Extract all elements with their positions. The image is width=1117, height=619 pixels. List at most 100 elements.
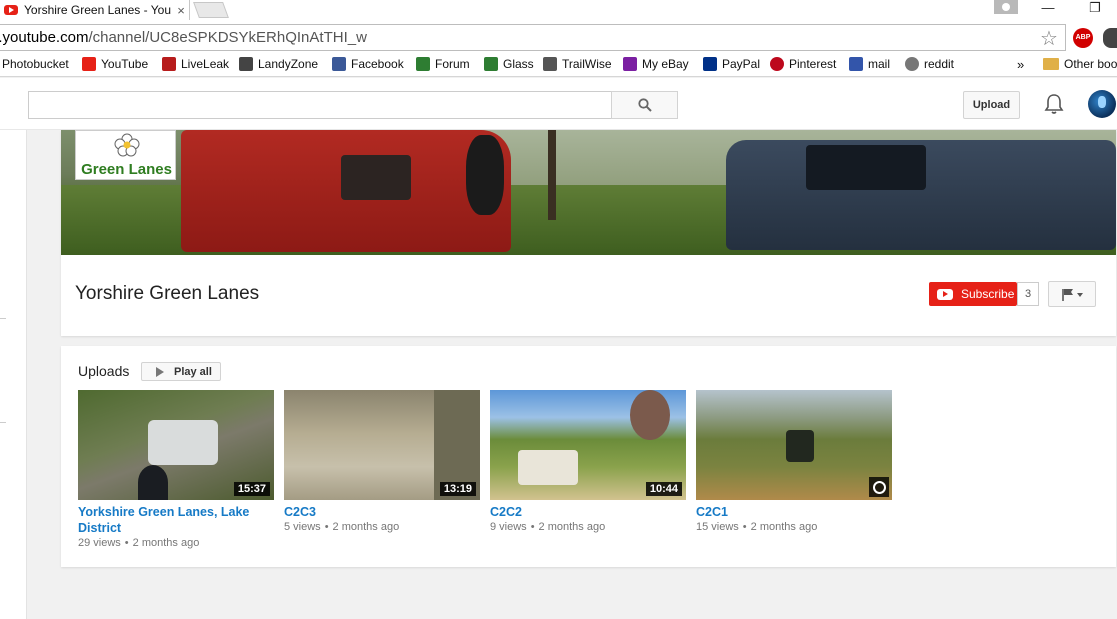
video-card: 10:44 C2C2 9 views • 2 months ago (490, 390, 686, 533)
video-meta: 29 views • 2 months ago (78, 537, 200, 549)
youtube-logo-icon (937, 288, 953, 300)
other-bookmarks[interactable]: Other boo (1043, 57, 1117, 71)
more-bookmarks-icon[interactable]: » (1017, 57, 1024, 72)
video-age: 2 months ago (132, 537, 200, 549)
video-duration: 13:19 (439, 482, 476, 496)
video-title[interactable]: C2C3 (284, 504, 480, 520)
browser-toolbar: y.youtube.com/channel/UC8eSPKDSYkERhQInA… (0, 20, 1117, 55)
subscribe-label: Subscribe (961, 287, 1015, 301)
video-views: 29 views (78, 537, 121, 549)
banner-spare-tyre (466, 135, 504, 215)
adblock-plus-icon[interactable]: ABP (1073, 28, 1093, 48)
search-icon (638, 98, 652, 112)
bookmark-forum[interactable]: Forum (416, 57, 470, 71)
search-button[interactable] (611, 91, 678, 119)
video-card: 13:19 C2C3 5 views • 2 months ago (284, 390, 480, 533)
uploads-section: Uploads Play all 15:37 Yorkshire Green L… (61, 346, 1116, 567)
bookmark-label: Forum (435, 57, 470, 71)
video-views: 15 views (696, 521, 739, 533)
tab-close-icon[interactable]: × (173, 3, 189, 18)
pinterest-icon (770, 57, 784, 71)
bookmark-label: Glass (503, 57, 534, 71)
bookmark-pinterest[interactable]: Pinterest (770, 57, 836, 71)
report-flag-button[interactable] (1048, 281, 1096, 307)
video-card: C2C1 15 views • 2 months ago (696, 390, 892, 533)
video-age: 2 months ago (750, 521, 818, 533)
address-bar[interactable]: y.youtube.com/channel/UC8eSPKDSYkERhQInA… (0, 24, 1066, 51)
bookmark-glass[interactable]: Glass (484, 57, 534, 71)
video-thumbnail[interactable]: 15:37 (78, 390, 274, 500)
bookmark-label: LiveLeak (181, 57, 230, 71)
video-title[interactable]: Yorkshire Green Lanes, Lake District (78, 504, 274, 536)
video-meta: 5 views • 2 months ago (284, 521, 400, 533)
rose-logo-icon (114, 133, 140, 157)
notifications-bell-icon[interactable] (1044, 93, 1064, 115)
url-path: /channel/UC8eSPKDSYkERhQInAtTHI_w (88, 29, 367, 46)
video-thumbnail[interactable]: 10:44 (490, 390, 686, 500)
flag-dropdown-icon (1062, 289, 1083, 301)
browser-profile-icon[interactable] (994, 0, 1018, 14)
video-duration: 10:44 (645, 482, 682, 496)
video-age: 2 months ago (332, 521, 400, 533)
upload-button[interactable]: Upload (963, 91, 1020, 119)
watch-later-clock-icon[interactable] (869, 477, 889, 497)
banner-red-truck (181, 130, 511, 252)
video-title[interactable]: C2C1 (696, 504, 892, 520)
liveleak-icon (162, 57, 176, 71)
new-tab-button[interactable] (193, 2, 229, 18)
youtube-icon (82, 57, 96, 71)
facebook-icon (332, 57, 346, 71)
glass-forum-icon (416, 57, 430, 71)
bookmark-reddit[interactable]: reddit (905, 57, 954, 71)
banner-blue-truck (726, 140, 1116, 250)
bookmark-label: TrailWise (562, 57, 612, 71)
bookmark-label: mail (868, 57, 891, 71)
landrover-icon (239, 57, 253, 71)
video-views: 9 views (490, 521, 527, 533)
paypal-icon (703, 57, 717, 71)
bookmark-star-icon[interactable]: ☆ (1040, 26, 1058, 51)
minimize-icon[interactable]: — (1033, 0, 1063, 16)
browser-tab[interactable]: Yorshire Green Lanes - You × (0, 0, 190, 20)
bookmark-landyzone[interactable]: LandyZone (239, 57, 318, 71)
video-meta: 9 views • 2 months ago (490, 521, 606, 533)
subscribe-button[interactable]: Subscribe (929, 282, 1017, 306)
browser-tab-strip: Yorshire Green Lanes - You × — ❐ (0, 0, 1117, 20)
bookmark-label: PayPal (722, 57, 761, 71)
bookmark-trailwise[interactable]: TrailWise (543, 57, 612, 71)
glass-website-icon (484, 57, 498, 71)
bookmark-label: Pinterest (789, 57, 837, 71)
bookmark-liveleak[interactable]: LiveLeak (162, 57, 229, 71)
play-icon (156, 366, 164, 377)
youtube-masthead: Upload (0, 78, 1117, 130)
bookmark-my-ebay[interactable]: My eBay (623, 57, 689, 71)
channel-title: Yorshire Green Lanes (75, 283, 260, 304)
restore-icon[interactable]: ❐ (1080, 0, 1110, 16)
uploads-title[interactable]: Uploads (78, 363, 129, 379)
channel-banner: Green Lanes (61, 130, 1116, 255)
video-duration: 15:37 (233, 482, 270, 496)
account-avatar[interactable] (1088, 90, 1116, 118)
reddit-icon (905, 57, 919, 71)
bookmark-photobucket[interactable]: Photobucket (2, 57, 69, 71)
channel-header: Green Lanes Yorshire Green Lanes Subscri… (61, 130, 1116, 336)
bookmark-facebook[interactable]: Facebook (332, 57, 404, 71)
video-age: 2 months ago (538, 521, 606, 533)
video-thumbnail[interactable]: 13:19 (284, 390, 480, 500)
video-title[interactable]: C2C2 (490, 504, 686, 520)
extension-icon[interactable] (1103, 28, 1117, 48)
video-meta: 15 views • 2 months ago (696, 521, 818, 533)
bookmarks-bar: Photobucket YouTube LiveLeak LandyZone F… (0, 55, 1117, 77)
bookmark-label: Facebook (351, 57, 404, 71)
video-views: 5 views (284, 521, 321, 533)
play-all-button[interactable]: Play all (141, 362, 221, 381)
bookmark-mail[interactable]: mail (849, 57, 890, 71)
search-input[interactable] (28, 91, 612, 119)
video-thumbnail[interactable] (696, 390, 892, 500)
channel-logo[interactable]: Green Lanes (75, 130, 176, 180)
subscriber-count: 3 (1017, 282, 1039, 306)
bookmark-label: YouTube (101, 57, 149, 71)
bookmark-youtube[interactable]: YouTube (82, 57, 148, 71)
bookmark-label: My eBay (642, 57, 689, 71)
bookmark-paypal[interactable]: PayPal (703, 57, 760, 71)
